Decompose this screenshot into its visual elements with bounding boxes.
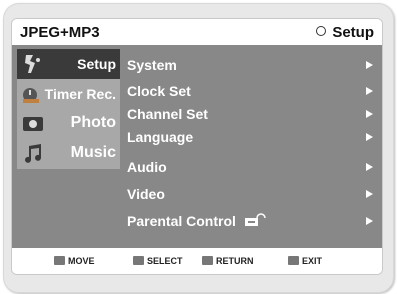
arrow-right-icon — [366, 163, 373, 171]
app-title: JPEG+MP3 — [20, 24, 100, 41]
arrow-right-icon — [366, 61, 373, 69]
menu-item-label: Clock Set — [127, 83, 191, 99]
menu-item-parental-control[interactable]: Parental Control — [127, 211, 377, 231]
return-icon — [202, 256, 213, 265]
circle-icon — [316, 26, 327, 36]
menu-body: Setup Timer Rec. Photo Music System Cloc… — [12, 45, 382, 248]
hint-select-label: SELECT — [147, 256, 183, 266]
menu-item-label: Parental Control — [127, 213, 236, 229]
title-bar: JPEG+MP3 Setup — [12, 19, 382, 45]
menu-item-label: Audio — [127, 159, 167, 175]
hint-move-label: MOVE — [68, 256, 95, 266]
hint-return-label: RETURN — [216, 256, 254, 266]
menu-item-label: Channel Set — [127, 106, 208, 122]
hint-select: SELECT — [133, 256, 183, 266]
setup-icon — [25, 55, 40, 73]
menu-item-system[interactable]: System — [127, 55, 377, 75]
hint-move: MOVE — [54, 256, 95, 266]
sidebar-item-label: Timer Rec. — [44, 86, 116, 102]
sidebar-item-timer-rec[interactable]: Timer Rec. — [17, 79, 120, 109]
menu-item-video[interactable]: Video — [127, 184, 377, 204]
arrow-right-icon — [366, 217, 373, 225]
menu-item-label: Video — [127, 186, 165, 202]
move-icon — [54, 256, 65, 265]
hint-exit-label: EXIT — [302, 256, 323, 266]
section-title: Setup — [316, 24, 374, 41]
menu-item-label-wrap: Parental Control — [127, 213, 266, 229]
sidebar-item-photo[interactable]: Photo — [17, 109, 120, 139]
select-icon — [133, 256, 144, 265]
lock-icon — [244, 213, 266, 226]
music-note-icon — [25, 144, 41, 163]
footer-hints: MOVE SELECT RETURN EXIT — [12, 248, 382, 274]
menu-item-label: Language — [127, 129, 194, 145]
sidebar-item-label: Music — [70, 144, 116, 161]
timer-icon — [23, 88, 39, 103]
hint-return: RETURN — [202, 256, 254, 266]
arrow-right-icon — [366, 110, 373, 118]
menu-item-audio[interactable]: Audio — [127, 157, 377, 177]
menu-item-clock-set[interactable]: Clock Set — [127, 81, 377, 101]
arrow-right-icon — [366, 190, 373, 198]
sidebar-item-label: Photo — [70, 114, 116, 131]
section-title-text: Setup — [332, 24, 374, 41]
sidebar-item-setup[interactable]: Setup — [17, 49, 120, 79]
menu-item-language[interactable]: Language — [127, 127, 377, 147]
exit-icon — [288, 256, 299, 265]
sidebar-item-music[interactable]: Music — [17, 139, 120, 169]
arrow-right-icon — [366, 87, 373, 95]
hint-exit: EXIT — [288, 256, 322, 266]
arrow-right-icon — [366, 133, 373, 141]
menu-item-channel-set[interactable]: Channel Set — [127, 104, 377, 124]
menu-item-label: System — [127, 57, 177, 73]
sidebar-item-label: Setup — [77, 56, 116, 72]
photo-icon — [23, 117, 43, 131]
osd-panel: JPEG+MP3 Setup Setup Timer Rec. Photo Mu… — [11, 18, 383, 275]
